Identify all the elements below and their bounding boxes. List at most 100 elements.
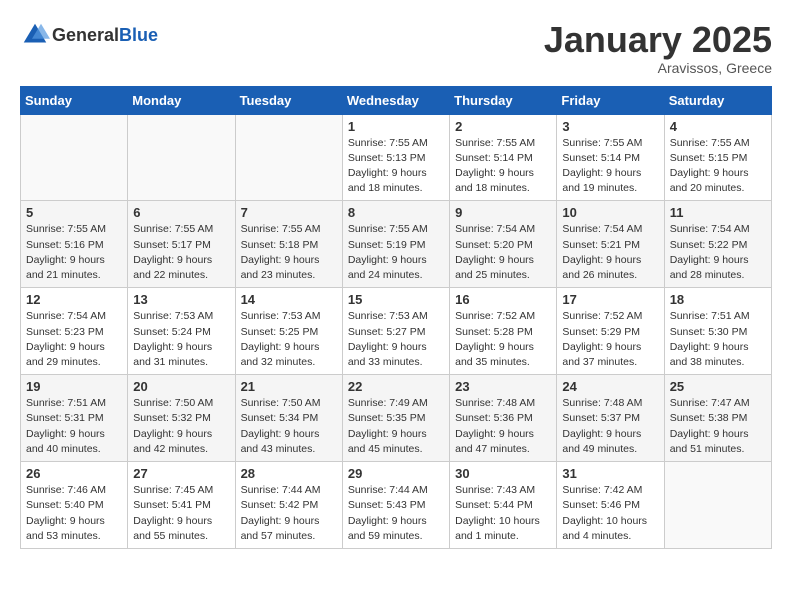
day-number: 11 <box>670 205 766 220</box>
month-title: January 2025 <box>544 20 772 60</box>
calendar-day-cell: 23 Sunrise: 7:48 AM Sunset: 5:36 PM Dayli… <box>450 375 557 462</box>
day-info: Sunrise: 7:50 AM Sunset: 5:34 PM Dayligh… <box>241 396 337 457</box>
day-number: 4 <box>670 119 766 134</box>
calendar-day-cell: 5Sunrise: 7:55 AM Sunset: 5:16 PM Daylig… <box>21 201 128 288</box>
weekday-header: Monday <box>128 86 235 114</box>
day-info: Sunrise: 7:55 AM Sunset: 5:13 PM Dayligh… <box>348 136 444 197</box>
day-number: 2 <box>455 119 551 134</box>
day-info: Sunrise: 7:48 AM Sunset: 5:37 PM Dayligh… <box>562 396 658 457</box>
calendar-day-cell: 24 Sunrise: 7:48 AM Sunset: 5:37 PM Dayli… <box>557 375 664 462</box>
day-number: 18 <box>670 292 766 307</box>
calendar-day-cell: 17 Sunrise: 7:52 AM Sunset: 5:29 PM Dayli… <box>557 288 664 375</box>
day-number: 9 <box>455 205 551 220</box>
day-number: 22 <box>348 379 444 394</box>
day-info: Sunrise: 7:53 AM Sunset: 5:24 PM Dayligh… <box>133 309 229 370</box>
day-number: 1 <box>348 119 444 134</box>
weekday-header: Tuesday <box>235 86 342 114</box>
day-number: 14 <box>241 292 337 307</box>
day-info: Sunrise: 7:45 AM Sunset: 5:41 PM Dayligh… <box>133 483 229 544</box>
calendar-day-cell <box>235 114 342 201</box>
day-info: Sunrise: 7:52 AM Sunset: 5:29 PM Dayligh… <box>562 309 658 370</box>
day-info: Sunrise: 7:51 AM Sunset: 5:31 PM Dayligh… <box>26 396 122 457</box>
calendar-day-cell: 25 Sunrise: 7:47 AM Sunset: 5:38 PM Dayli… <box>664 375 771 462</box>
day-info: Sunrise: 7:47 AM Sunset: 5:38 PM Dayligh… <box>670 396 766 457</box>
day-number: 24 <box>562 379 658 394</box>
day-number: 7 <box>241 205 337 220</box>
calendar-day-cell: 10Sunrise: 7:54 AM Sunset: 5:21 PM Dayli… <box>557 201 664 288</box>
calendar-day-cell <box>21 114 128 201</box>
calendar-day-cell: 21 Sunrise: 7:50 AM Sunset: 5:34 PM Dayli… <box>235 375 342 462</box>
calendar-header-row: SundayMondayTuesdayWednesdayThursdayFrid… <box>21 86 772 114</box>
day-info: Sunrise: 7:52 AM Sunset: 5:28 PM Dayligh… <box>455 309 551 370</box>
calendar-week-row: 1 Sunrise: 7:55 AM Sunset: 5:13 PM Daylig… <box>21 114 772 201</box>
day-info: Sunrise: 7:55 AM Sunset: 5:15 PM Dayligh… <box>670 136 766 197</box>
day-number: 12 <box>26 292 122 307</box>
day-number: 27 <box>133 466 229 481</box>
calendar-day-cell: 28Sunrise: 7:44 AM Sunset: 5:42 PM Dayli… <box>235 462 342 549</box>
calendar-day-cell: 7Sunrise: 7:55 AM Sunset: 5:18 PM Daylig… <box>235 201 342 288</box>
logo-blue: Blue <box>119 25 158 45</box>
day-number: 13 <box>133 292 229 307</box>
day-number: 6 <box>133 205 229 220</box>
calendar-day-cell: 6Sunrise: 7:55 AM Sunset: 5:17 PM Daylig… <box>128 201 235 288</box>
day-number: 25 <box>670 379 766 394</box>
calendar-body: 1 Sunrise: 7:55 AM Sunset: 5:13 PM Daylig… <box>21 114 772 548</box>
location-subtitle: Aravissos, Greece <box>544 60 772 76</box>
calendar-day-cell: 19 Sunrise: 7:51 AM Sunset: 5:31 PM Dayli… <box>21 375 128 462</box>
day-info: Sunrise: 7:50 AM Sunset: 5:32 PM Dayligh… <box>133 396 229 457</box>
day-info: Sunrise: 7:48 AM Sunset: 5:36 PM Dayligh… <box>455 396 551 457</box>
day-number: 10 <box>562 205 658 220</box>
day-number: 31 <box>562 466 658 481</box>
calendar-day-cell: 20Sunrise: 7:50 AM Sunset: 5:32 PM Dayli… <box>128 375 235 462</box>
day-number: 21 <box>241 379 337 394</box>
logo: GeneralBlue <box>20 20 158 50</box>
logo-icon <box>20 20 50 50</box>
calendar-day-cell: 30Sunrise: 7:43 AM Sunset: 5:44 PM Dayli… <box>450 462 557 549</box>
calendar-day-cell: 8 Sunrise: 7:55 AM Sunset: 5:19 PM Daylig… <box>342 201 449 288</box>
day-info: Sunrise: 7:51 AM Sunset: 5:30 PM Dayligh… <box>670 309 766 370</box>
calendar-day-cell <box>128 114 235 201</box>
day-info: Sunrise: 7:53 AM Sunset: 5:25 PM Dayligh… <box>241 309 337 370</box>
day-info: Sunrise: 7:46 AM Sunset: 5:40 PM Dayligh… <box>26 483 122 544</box>
day-info: Sunrise: 7:49 AM Sunset: 5:35 PM Dayligh… <box>348 396 444 457</box>
day-number: 17 <box>562 292 658 307</box>
day-number: 23 <box>455 379 551 394</box>
calendar-day-cell: 27 Sunrise: 7:45 AM Sunset: 5:41 PM Dayli… <box>128 462 235 549</box>
day-number: 26 <box>26 466 122 481</box>
weekday-header: Friday <box>557 86 664 114</box>
weekday-header: Thursday <box>450 86 557 114</box>
calendar-week-row: 26 Sunrise: 7:46 AM Sunset: 5:40 PM Dayli… <box>21 462 772 549</box>
page-header: GeneralBlue January 2025 Aravissos, Gree… <box>20 20 772 76</box>
calendar-week-row: 5Sunrise: 7:55 AM Sunset: 5:16 PM Daylig… <box>21 201 772 288</box>
day-info: Sunrise: 7:54 AM Sunset: 5:23 PM Dayligh… <box>26 309 122 370</box>
logo-general: General <box>52 25 119 45</box>
day-info: Sunrise: 7:42 AM Sunset: 5:46 PM Dayligh… <box>562 483 658 544</box>
day-info: Sunrise: 7:55 AM Sunset: 5:14 PM Dayligh… <box>455 136 551 197</box>
day-info: Sunrise: 7:55 AM Sunset: 5:16 PM Dayligh… <box>26 222 122 283</box>
weekday-header: Wednesday <box>342 86 449 114</box>
title-area: January 2025 Aravissos, Greece <box>544 20 772 76</box>
calendar-table: SundayMondayTuesdayWednesdayThursdayFrid… <box>20 86 772 549</box>
calendar-day-cell: 18 Sunrise: 7:51 AM Sunset: 5:30 PM Dayli… <box>664 288 771 375</box>
weekday-header: Sunday <box>21 86 128 114</box>
calendar-week-row: 12 Sunrise: 7:54 AM Sunset: 5:23 PM Dayli… <box>21 288 772 375</box>
day-number: 19 <box>26 379 122 394</box>
day-info: Sunrise: 7:54 AM Sunset: 5:22 PM Dayligh… <box>670 222 766 283</box>
calendar-day-cell: 14 Sunrise: 7:53 AM Sunset: 5:25 PM Dayli… <box>235 288 342 375</box>
calendar-day-cell: 2 Sunrise: 7:55 AM Sunset: 5:14 PM Daylig… <box>450 114 557 201</box>
day-number: 15 <box>348 292 444 307</box>
calendar-day-cell: 29Sunrise: 7:44 AM Sunset: 5:43 PM Dayli… <box>342 462 449 549</box>
calendar-day-cell: 13 Sunrise: 7:53 AM Sunset: 5:24 PM Dayli… <box>128 288 235 375</box>
weekday-header: Saturday <box>664 86 771 114</box>
calendar-day-cell: 22 Sunrise: 7:49 AM Sunset: 5:35 PM Dayli… <box>342 375 449 462</box>
calendar-day-cell: 31 Sunrise: 7:42 AM Sunset: 5:46 PM Dayli… <box>557 462 664 549</box>
calendar-day-cell: 16 Sunrise: 7:52 AM Sunset: 5:28 PM Dayli… <box>450 288 557 375</box>
day-info: Sunrise: 7:53 AM Sunset: 5:27 PM Dayligh… <box>348 309 444 370</box>
calendar-day-cell <box>664 462 771 549</box>
day-number: 8 <box>348 205 444 220</box>
day-info: Sunrise: 7:43 AM Sunset: 5:44 PM Dayligh… <box>455 483 551 544</box>
day-info: Sunrise: 7:55 AM Sunset: 5:19 PM Dayligh… <box>348 222 444 283</box>
calendar-day-cell: 1 Sunrise: 7:55 AM Sunset: 5:13 PM Daylig… <box>342 114 449 201</box>
day-number: 16 <box>455 292 551 307</box>
day-number: 28 <box>241 466 337 481</box>
